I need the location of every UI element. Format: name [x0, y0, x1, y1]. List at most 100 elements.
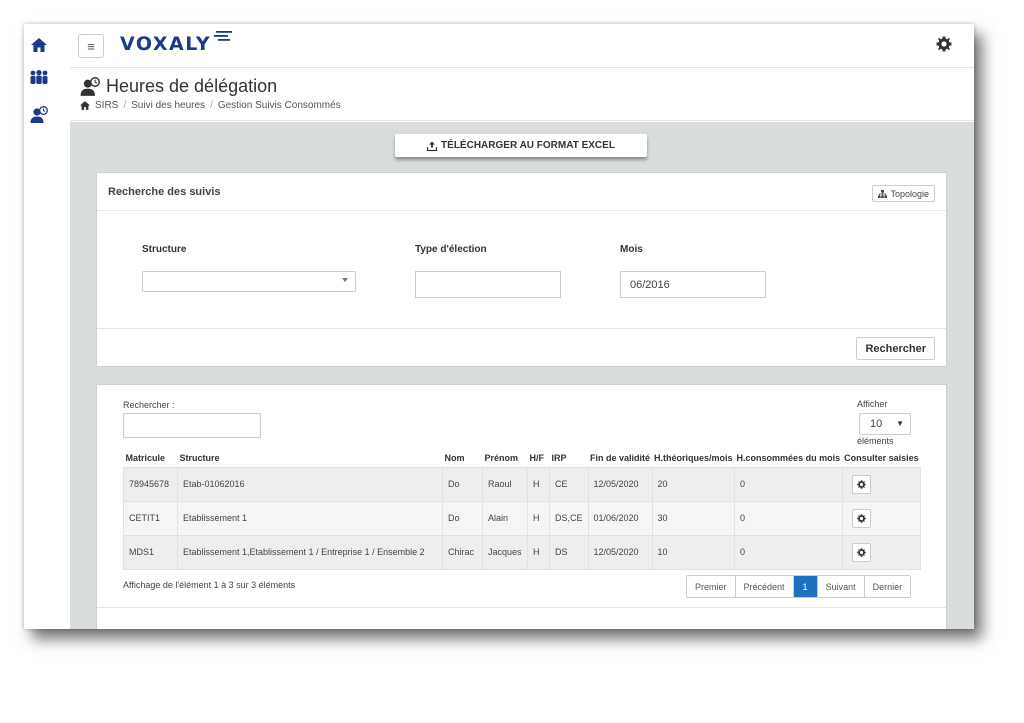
pager-page-button[interactable]: 1: [793, 576, 818, 597]
cell-structure: Etablissement 1: [177, 500, 443, 535]
cell-structure: Etab-01062016: [177, 466, 443, 501]
cell-fin-validite: 12/05/2020: [588, 466, 653, 501]
app-window: ≡ VOXALY Heures de délégation SIRS / Sui…: [24, 24, 974, 629]
page-size-select[interactable]: 10 ▼: [859, 413, 911, 435]
page-size-suffix: éléments: [857, 436, 894, 446]
column-header[interactable]: Fin de validité: [588, 450, 652, 467]
cell-hf: H: [527, 500, 550, 535]
pagination-info: Affichage de l'élément 1 à 3 sur 3 éléme…: [123, 580, 296, 590]
cell-hf: H: [527, 466, 550, 501]
cell-heures-theoriques: 20: [652, 466, 736, 501]
column-header[interactable]: IRP: [550, 450, 589, 467]
cell-heures-consommees: 0: [734, 500, 843, 535]
users-group-icon[interactable]: [28, 66, 50, 88]
top-bar: ≡ VOXALY: [70, 24, 974, 68]
column-header[interactable]: Structure: [178, 450, 443, 467]
breadcrumb: SIRS / Suivi des heures / Gestion Suivis…: [80, 100, 341, 111]
pager-prev-button[interactable]: Précédent: [735, 576, 794, 597]
gear-icon: [856, 547, 866, 557]
column-header[interactable]: Matricule: [124, 450, 178, 467]
search-panel: Recherche des suivis Topologie Structure…: [96, 172, 947, 367]
cell-heures-consommees: 0: [734, 534, 843, 570]
table-row: MDS1 Etablissement 1,Etablissement 1 / E…: [123, 534, 922, 570]
pager-first-button[interactable]: Premier: [687, 576, 736, 597]
cell-heures-theoriques: 30: [652, 500, 736, 535]
user-clock-icon[interactable]: [28, 104, 50, 126]
brand-logo[interactable]: VOXALY: [120, 33, 211, 55]
cell-fin-validite: 01/06/2020: [588, 500, 653, 535]
column-header[interactable]: H/F: [528, 450, 550, 467]
search-panel-header: Recherche des suivis Topologie: [97, 173, 946, 211]
cell-nom: Do: [442, 500, 483, 535]
cell-heures-consommees: 0: [734, 466, 843, 501]
month-input[interactable]: 06/2016: [620, 271, 766, 298]
column-header[interactable]: H.théoriques/mois: [652, 450, 735, 467]
topology-label: Topologie: [890, 188, 929, 199]
structure-select[interactable]: [142, 271, 356, 292]
sidebar: [24, 24, 70, 629]
breadcrumb-separator: /: [123, 100, 127, 111]
cell-heures-theoriques: 10: [652, 534, 736, 570]
table-header-row: Matricule Structure Nom Prénom H/F IRP F…: [124, 450, 921, 467]
caret-down-icon: ▼: [896, 419, 904, 428]
column-header[interactable]: H.consommées du mois: [735, 450, 843, 467]
structure-label: Structure: [142, 244, 187, 255]
download-excel-button[interactable]: TÉLÉCHARGER AU FORMAT EXCEL: [395, 134, 647, 157]
table-row: CETIT1 Etablissement 1 Do Alain H DS,CE …: [123, 500, 922, 535]
divider: [97, 328, 946, 329]
results-table: Matricule Structure Nom Prénom H/F IRP F…: [123, 450, 922, 570]
pagination: Premier Précédent 1 Suivant Dernier: [686, 575, 912, 598]
page-size-label: Afficher: [857, 399, 888, 409]
column-header[interactable]: Nom: [443, 450, 483, 467]
column-header[interactable]: Consulter saisies: [842, 450, 921, 467]
gear-icon[interactable]: [936, 36, 952, 57]
column-header[interactable]: Prénom: [483, 450, 528, 467]
consult-button[interactable]: [851, 508, 871, 528]
sitemap-icon: [878, 189, 888, 198]
cell-irp: DS,CE: [549, 500, 589, 535]
cell-prenom: Jacques: [482, 534, 528, 570]
breadcrumb-separator: /: [210, 100, 213, 111]
pager-next-button[interactable]: Suivant: [817, 576, 865, 597]
divider: [97, 607, 946, 608]
page-size-value: 10: [870, 418, 883, 430]
breadcrumb-item-gestion: Gestion Suivis Consommés: [217, 100, 341, 111]
search-button[interactable]: Rechercher: [856, 337, 935, 360]
results-panel: Rechercher : Afficher 10 ▼ éléments Matr…: [96, 384, 947, 629]
consult-button[interactable]: [851, 542, 871, 562]
breadcrumb-item-sirs[interactable]: SIRS: [95, 100, 118, 111]
download-excel-label: TÉLÉCHARGER AU FORMAT EXCEL: [441, 140, 615, 151]
home-icon[interactable]: [80, 101, 90, 110]
page-header: Heures de délégation SIRS / Suivi des he…: [70, 69, 974, 121]
hamburger-icon: ≡: [87, 38, 95, 54]
cell-irp: CE: [549, 466, 589, 501]
user-clock-icon: [80, 77, 100, 102]
topology-button[interactable]: Topologie: [872, 185, 935, 202]
election-type-label: Type d'élection: [415, 244, 487, 255]
chevron-down-icon: [342, 278, 348, 282]
cell-fin-validite: 12/05/2020: [588, 534, 653, 570]
cell-structure: Etablissement 1,Etablissement 1 / Entrep…: [177, 534, 443, 570]
cell-nom: Do: [442, 466, 483, 501]
upload-icon: [427, 141, 438, 151]
table-row: 78945678 Etab-01062016 Do Raoul H CE 12/…: [123, 466, 922, 501]
gear-icon: [856, 513, 866, 523]
cell-matricule: CETIT1: [123, 500, 178, 535]
breadcrumb-item-suivi[interactable]: Suivi des heures: [131, 100, 205, 111]
cell-consulter: [842, 466, 922, 501]
home-icon[interactable]: [28, 34, 50, 56]
cell-matricule: MDS1: [123, 534, 178, 570]
election-type-input[interactable]: [415, 271, 561, 298]
consult-button[interactable]: [851, 474, 871, 494]
cell-irp: DS: [549, 534, 589, 570]
cell-consulter: [842, 534, 922, 570]
menu-toggle-button[interactable]: ≡: [78, 34, 104, 58]
pager-last-button[interactable]: Dernier: [864, 576, 911, 597]
cell-hf: H: [527, 534, 550, 570]
search-panel-title: Recherche des suivis: [108, 186, 221, 198]
page-title: Heures de délégation: [106, 76, 278, 96]
table-search-input[interactable]: [123, 413, 261, 438]
logo-mark-icon: [214, 31, 232, 41]
cell-consulter: [842, 500, 922, 535]
cell-prenom: Alain: [482, 500, 528, 535]
